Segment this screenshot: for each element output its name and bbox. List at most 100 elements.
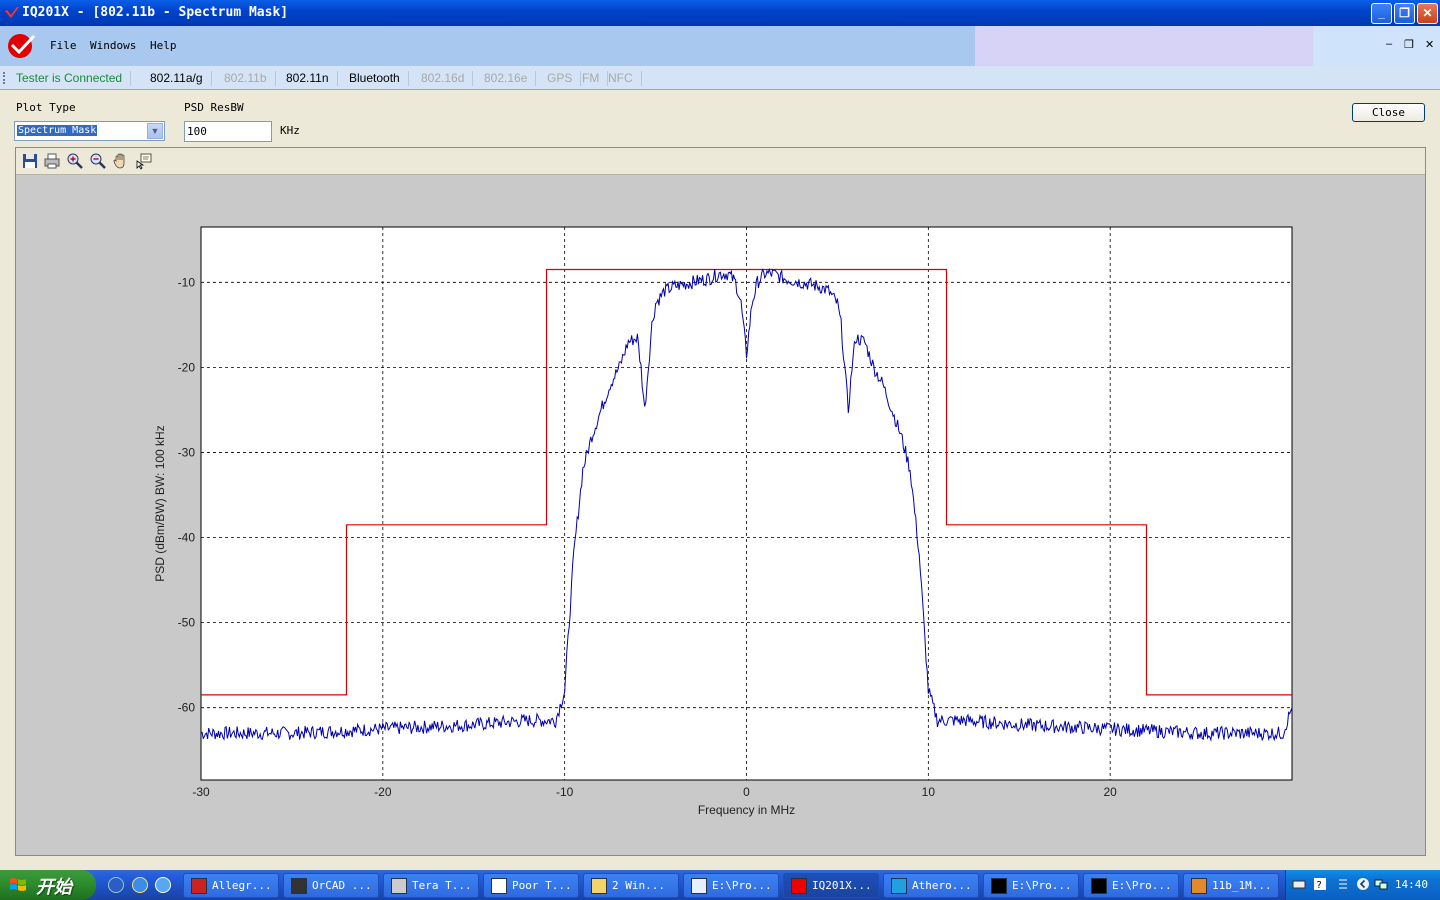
- y-tick-label: -50: [178, 616, 196, 630]
- resbw-label: PSD ResBW: [184, 101, 244, 114]
- help-icon[interactable]: ?: [1313, 877, 1327, 891]
- keyboard-icon[interactable]: [1292, 877, 1306, 891]
- x-tick-label: 0: [743, 785, 750, 799]
- internet-explorer-icon[interactable]: [132, 877, 148, 893]
- y-axis-label: PSD (dBm/BW) BW: 100 kHz: [153, 425, 167, 581]
- litepoint-logo-icon: [8, 34, 36, 58]
- taskbar-item-label: E:\Pro...: [1112, 879, 1172, 892]
- restore-icon: ❐: [1399, 6, 1410, 20]
- svg-text:?: ?: [1317, 880, 1322, 891]
- plot-type-label: Plot Type: [16, 101, 76, 114]
- menu-file[interactable]: File: [50, 39, 77, 52]
- app-logo-icon: [5, 7, 19, 18]
- tab-nfc[interactable]: NFC: [600, 71, 642, 86]
- resbw-input[interactable]: 100: [184, 121, 272, 142]
- taskbar-item-6[interactable]: E:\Pro...: [683, 873, 779, 898]
- chevron-left-icon[interactable]: [1356, 877, 1370, 891]
- teraterm-icon: [391, 878, 407, 894]
- iq-icon: [791, 878, 807, 894]
- taskbar-item-label: Athero...: [912, 879, 972, 892]
- start-label: 开始: [36, 877, 72, 897]
- orcad-icon: [291, 878, 307, 894]
- close-window-button[interactable]: ✕: [1417, 3, 1438, 24]
- cmd-icon: [991, 878, 1007, 894]
- clock: 14:40: [1394, 878, 1428, 891]
- taskbar-item-3[interactable]: Tera T...: [383, 873, 479, 898]
- tab-802-11a-g[interactable]: 802.11a/g: [142, 71, 212, 86]
- close-icon: ✕: [1422, 6, 1433, 20]
- folder-icon: [591, 878, 607, 894]
- taskbar-item-9[interactable]: E:\Pro...: [983, 873, 1079, 898]
- tab-802-11n[interactable]: 802.11n: [278, 71, 338, 86]
- tab-bluetooth[interactable]: Bluetooth: [341, 71, 409, 86]
- taskbar-item-label: OrCAD ...: [312, 879, 372, 892]
- taskbar-item-label: E:\Pro...: [712, 879, 772, 892]
- taskbar: 开始 Allegr... OrCAD ... Tera T... Poor T... 2…: [0, 870, 1440, 900]
- app-icon: [491, 878, 507, 894]
- taskbar-item-8[interactable]: Athero...: [883, 873, 979, 898]
- x-axis-label: Frequency in MHz: [698, 803, 795, 817]
- close-button[interactable]: Close: [1352, 103, 1425, 122]
- taskbar-item-2[interactable]: OrCAD ...: [283, 873, 379, 898]
- system-tray: ? 14:40: [1285, 870, 1440, 900]
- tab-802-16e[interactable]: 802.16e: [476, 71, 537, 86]
- mdi-minimize-icon[interactable]: –: [1386, 38, 1392, 50]
- technology-tab-bar: Tester is Connected 802.11a/g 802.11b 802.1…: [0, 66, 1440, 90]
- menu-bar: File Windows Help – ❐ ✕: [0, 26, 1440, 66]
- window-title: IQ201X - [802.11b - Spectrum Mask]: [22, 5, 289, 20]
- cmd-icon: [1091, 878, 1107, 894]
- taskbar-item-label: 11b_1M...: [1212, 879, 1272, 892]
- matlab-icon: [1191, 878, 1207, 894]
- language-bar-icon[interactable]: [1336, 877, 1350, 891]
- restore-button[interactable]: ❐: [1394, 3, 1415, 24]
- toolbar-grip-icon: [3, 72, 5, 84]
- plot-type-select[interactable]: Spectrum Mask ▼: [14, 121, 165, 141]
- spectrum-mask-panel: Plot Type Spectrum Mask ▼ PSD ResBW 100 …: [0, 91, 1440, 870]
- x-tick-label: 20: [1103, 785, 1117, 799]
- minimize-button[interactable]: _: [1371, 3, 1392, 24]
- chevron-down-icon[interactable]: ▼: [147, 123, 163, 139]
- menu-windows[interactable]: Windows: [90, 39, 136, 52]
- y-tick-label: -40: [178, 531, 196, 545]
- allegro-icon: [191, 878, 207, 894]
- browser-icon[interactable]: [155, 877, 171, 893]
- taskbar-item-10[interactable]: E:\Pro...: [1083, 873, 1179, 898]
- x-tick-label: -10: [556, 785, 574, 799]
- tab-802-16d[interactable]: 802.16d: [413, 71, 474, 86]
- taskbar-item-label: Allegr...: [212, 879, 272, 892]
- taskbar-item-label: 2 Win...: [612, 879, 665, 892]
- taskbar-item-label: Tera T...: [412, 879, 472, 892]
- plot-type-value: Spectrum Mask: [17, 125, 98, 136]
- taskbar-item-label: IQ201X...: [812, 879, 872, 892]
- taskbar-item-11[interactable]: 11b_1M...: [1183, 873, 1279, 898]
- x-tick-label: -20: [374, 785, 392, 799]
- taskbar-item-1[interactable]: Allegr...: [183, 873, 279, 898]
- tab-tester-is-connected: Tester is Connected: [8, 71, 132, 86]
- notepad-icon: [691, 878, 707, 894]
- window-titlebar[interactable]: IQ201X - [802.11b - Spectrum Mask] _ ❐ ✕: [0, 0, 1440, 26]
- taskbar-item-label: E:\Pro...: [1012, 879, 1072, 892]
- mdi-restore-icon[interactable]: ❐: [1404, 38, 1414, 51]
- network-icon[interactable]: [1374, 877, 1388, 891]
- mdi-close-icon[interactable]: ✕: [1425, 38, 1434, 51]
- menu-help[interactable]: Help: [150, 39, 177, 52]
- y-tick-label: -60: [178, 701, 196, 715]
- resbw-unit: KHz: [280, 124, 300, 137]
- taskbar-item-7[interactable]: IQ201X...: [783, 873, 879, 898]
- minimize-icon: _: [1378, 6, 1385, 20]
- y-tick-label: -10: [178, 275, 196, 289]
- windows-flag-icon: [10, 878, 26, 891]
- plot-frame: -30 -20 -10 0 10 20 -10 -20 -30 -40 -50 -60 Frequenc…: [15, 147, 1426, 856]
- atheros-icon: [891, 878, 907, 894]
- x-tick-label: -30: [192, 785, 210, 799]
- start-button[interactable]: 开始: [0, 870, 96, 900]
- y-tick-label: -20: [178, 360, 196, 374]
- taskbar-item-5[interactable]: 2 Win...: [583, 873, 679, 898]
- help-center-icon[interactable]: [108, 877, 124, 893]
- taskbar-item-4[interactable]: Poor T...: [483, 873, 579, 898]
- spectrum-chart: -30 -20 -10 0 10 20 -10 -20 -30 -40 -50 -60 Frequenc…: [153, 226, 1293, 817]
- x-tick-label: 10: [922, 785, 936, 799]
- tab-802-11b[interactable]: 802.11b: [216, 71, 276, 86]
- y-tick-label: -30: [178, 445, 196, 459]
- taskbar-item-label: Poor T...: [512, 879, 572, 892]
